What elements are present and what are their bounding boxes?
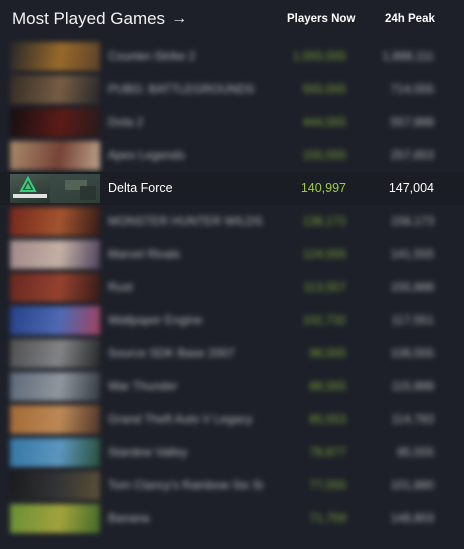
game-row[interactable]: War Thunder 88,555 115,888	[0, 370, 464, 403]
game-name: Counter-Strike 2	[108, 49, 196, 63]
game-row[interactable]: Marvel Rivals 124,555 141,555	[0, 238, 464, 271]
game-row[interactable]: Rust 113,557 155,888	[0, 271, 464, 304]
game-name: Tom Clancy's Rainbow Six Si	[108, 478, 264, 492]
game-thumbnail	[10, 141, 100, 170]
page-title: Most Played Games	[12, 9, 166, 28]
game-name: Grand Theft Auto V Legacy	[108, 412, 253, 426]
players-now-value: 555,555	[302, 82, 346, 96]
players-now-column-header: Players Now	[287, 13, 356, 25]
game-thumbnail	[10, 372, 100, 401]
game-row[interactable]: Dota 2 444,555 557,888	[0, 106, 464, 139]
game-thumbnail	[10, 339, 100, 368]
game-name: Rust	[108, 280, 133, 294]
game-name: Marvel Rivals	[108, 247, 181, 261]
players-now-value: 155,555	[302, 148, 346, 162]
game-row[interactable]: Stardew Valley 78,877 85,555	[0, 436, 464, 469]
players-now-value: 85,553	[309, 412, 346, 426]
peak-24h-value: 158,173	[390, 214, 434, 228]
game-name: Source SDK Base 2007	[108, 346, 235, 360]
players-now-value: 124,555	[302, 247, 346, 261]
players-now-value: 88,555	[309, 379, 346, 393]
game-row[interactable]: Counter-Strike 2 1,555,555 1,888,111	[0, 40, 464, 73]
game-row[interactable]: Source SDK Base 2007 98,555 108,555	[0, 337, 464, 370]
peak-24h-value: 101,880	[390, 478, 434, 492]
game-thumbnail	[10, 108, 100, 137]
players-now-value: 98,555	[309, 346, 346, 360]
game-row[interactable]: Grand Theft Auto V Legacy 85,553 114,783	[0, 403, 464, 436]
peak-24h-value: 114,783	[391, 412, 435, 426]
game-name: Banana	[108, 511, 150, 525]
game-thumbnail	[10, 240, 100, 269]
players-now-value: 138,172	[302, 214, 346, 228]
game-thumbnail	[10, 504, 100, 533]
peak-24h-value: 155,888	[390, 280, 434, 294]
game-row[interactable]: Banana 71,759 148,803	[0, 502, 464, 535]
peak-24h-value: 141,555	[390, 247, 434, 261]
players-now-value: 1,555,555	[292, 49, 346, 63]
peak-24h-value: 115,888	[391, 379, 435, 393]
game-row[interactable]: Delta Force 140,997 147,004	[0, 172, 464, 205]
game-thumbnail	[10, 42, 100, 71]
game-thumbnail	[10, 306, 100, 335]
game-thumbnail	[10, 75, 100, 104]
game-thumbnail	[10, 207, 100, 236]
game-name: Delta Force	[108, 181, 173, 195]
game-thumbnail	[10, 273, 100, 302]
most-played-title-link[interactable]: Most Played Games →	[12, 9, 187, 29]
games-list: Counter-Strike 2 1,555,555 1,888,111 PUBG: …	[0, 40, 464, 535]
game-name: MONSTER HUNTER WILDS	[108, 214, 263, 228]
peak-24h-column-header: 24h Peak	[385, 13, 435, 25]
players-now-value: 444,555	[302, 115, 346, 129]
players-now-value: 113,557	[303, 280, 347, 294]
game-row[interactable]: Tom Clancy's Rainbow Six Si 77,555 101,880	[0, 469, 464, 502]
game-thumbnail	[10, 405, 100, 434]
game-row[interactable]: Wallpaper Engine 102,732 117,551	[0, 304, 464, 337]
players-now-value: 71,759	[309, 511, 346, 525]
game-thumbnail	[10, 438, 100, 467]
game-row[interactable]: PUBG: BATTLEGROUNDS 555,555 714,555	[0, 73, 464, 106]
players-now-value: 78,877	[309, 445, 346, 459]
peak-24h-value: 148,803	[390, 511, 434, 525]
peak-24h-value: 147,004	[388, 181, 434, 195]
peak-24h-value: 1,888,111	[382, 49, 434, 63]
peak-24h-value: 85,555	[397, 445, 434, 459]
game-thumbnail	[10, 174, 100, 203]
most-played-header: Most Played Games → Players Now 24h Peak	[0, 0, 464, 38]
players-now-value: 77,555	[309, 478, 346, 492]
players-now-value: 102,732	[302, 313, 346, 327]
peak-24h-value: 117,551	[391, 313, 435, 327]
game-name: Stardew Valley	[108, 445, 188, 459]
peak-24h-value: 108,555	[390, 346, 434, 360]
peak-24h-value: 257,653	[390, 148, 434, 162]
game-name: Dota 2	[108, 115, 144, 129]
game-row[interactable]: Apex Legends 155,555 257,653	[0, 139, 464, 172]
game-name: PUBG: BATTLEGROUNDS	[108, 82, 255, 96]
game-name: Wallpaper Engine	[108, 313, 203, 327]
game-name: Apex Legends	[108, 148, 185, 162]
game-thumbnail	[10, 471, 100, 500]
peak-24h-value: 557,888	[390, 115, 434, 129]
players-now-value: 140,997	[300, 181, 346, 195]
game-row[interactable]: MONSTER HUNTER WILDS 138,172 158,173	[0, 205, 464, 238]
arrow-right-icon: →	[171, 10, 188, 27]
game-name: War Thunder	[108, 379, 178, 393]
peak-24h-value: 714,555	[390, 82, 434, 96]
